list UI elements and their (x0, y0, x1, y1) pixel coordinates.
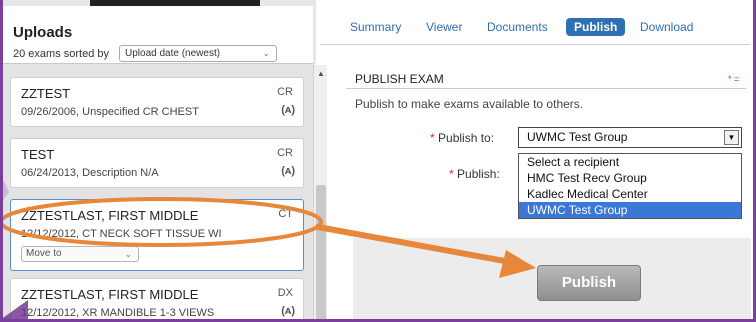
exam-list: ZZTEST 09/26/2006, Unspecified CR CHEST … (3, 65, 313, 322)
tab-publish[interactable]: Publish (566, 18, 626, 36)
exam-card[interactable]: TEST 06/24/2013, Description N/A CR (ᴀ) (10, 138, 304, 188)
broadcast-icon: (ᴀ) (281, 305, 295, 317)
tab-summary[interactable]: Summary (350, 20, 401, 34)
dropdown-option[interactable]: Kadlec Medical Center (519, 186, 741, 202)
exam-patient-name: TEST (21, 147, 55, 162)
scroll-up-arrow-icon[interactable]: ▲ (314, 69, 328, 78)
chevron-down-icon: ⌄ (262, 48, 270, 58)
publish-button[interactable]: Publish (537, 265, 641, 301)
section-title: PUBLISH EXAM (355, 72, 444, 86)
move-to-label: Move to (26, 248, 62, 259)
required-legend: * = (728, 74, 740, 84)
required-star: * (430, 131, 435, 145)
sort-select-value: Upload date (newest) (125, 48, 221, 59)
required-star: * (449, 167, 454, 181)
exam-detail: 12/12/2012, CT NECK SOFT TISSUE WI (21, 228, 222, 240)
tab-divider (320, 44, 750, 45)
broadcast-icon: (ᴀ) (281, 165, 295, 177)
exam-card-selected[interactable]: ZZTESTLAST, FIRST MIDDLE 12/12/2012, CT … (10, 199, 304, 271)
publish-to-select[interactable]: UWMC Test Group ▼ (518, 127, 742, 148)
scrollbar-thumb[interactable] (316, 185, 326, 322)
exam-modality: CR (277, 86, 293, 98)
exam-list-scrollbar[interactable]: ▲ (313, 65, 327, 322)
sort-description: 20 exams sorted by (13, 48, 109, 60)
dropdown-option-selected[interactable]: UWMC Test Group (519, 202, 741, 218)
move-to-select[interactable]: Move to ⌄ (21, 246, 139, 262)
exam-patient-name: ZZTESTLAST, FIRST MIDDLE (21, 208, 199, 223)
sort-select[interactable]: Upload date (newest) ⌄ (119, 45, 277, 62)
publish-to-label: * Publish to: (430, 131, 495, 145)
dropdown-arrow-icon[interactable]: ▼ (724, 130, 739, 145)
broadcast-icon: (ᴀ) (281, 104, 295, 116)
publish-label: * Publish: (449, 167, 500, 181)
uploads-header: Uploads 20 exams sorted by Upload date (… (3, 6, 313, 64)
section-divider (346, 88, 746, 89)
exam-card[interactable]: ZZTEST 09/26/2006, Unspecified CR CHEST … (10, 77, 304, 127)
publish-to-value: UWMC Test Group (527, 130, 628, 144)
exam-detail: 12/12/2012, XR MANDIBLE 1-3 VIEWS (21, 307, 215, 319)
dropdown-option[interactable]: Select a recipient (519, 154, 741, 170)
recipient-dropdown-list: Select a recipient HMC Test Recv Group K… (518, 153, 742, 219)
exam-patient-name: ZZTESTLAST, FIRST MIDDLE (21, 287, 199, 302)
tab-download[interactable]: Download (640, 20, 693, 34)
tab-documents[interactable]: Documents (487, 20, 548, 34)
chevron-down-icon: ⌄ (124, 249, 132, 259)
section-description: Publish to make exams available to other… (355, 97, 584, 111)
exam-card[interactable]: ZZTESTLAST, FIRST MIDDLE 12/12/2012, XR … (10, 278, 304, 322)
exam-patient-name: ZZTEST (21, 86, 71, 101)
exam-modality: CT (278, 208, 293, 220)
exam-detail: 09/26/2006, Unspecified CR CHEST (21, 106, 199, 118)
exam-detail: 06/24/2013, Description N/A (21, 167, 159, 179)
exam-modality: DX (277, 287, 293, 299)
dropdown-option[interactable]: HMC Test Recv Group (519, 170, 741, 186)
uploads-title: Uploads (13, 24, 73, 41)
tab-viewer[interactable]: Viewer (426, 20, 462, 34)
exam-modality: CR (277, 147, 293, 159)
